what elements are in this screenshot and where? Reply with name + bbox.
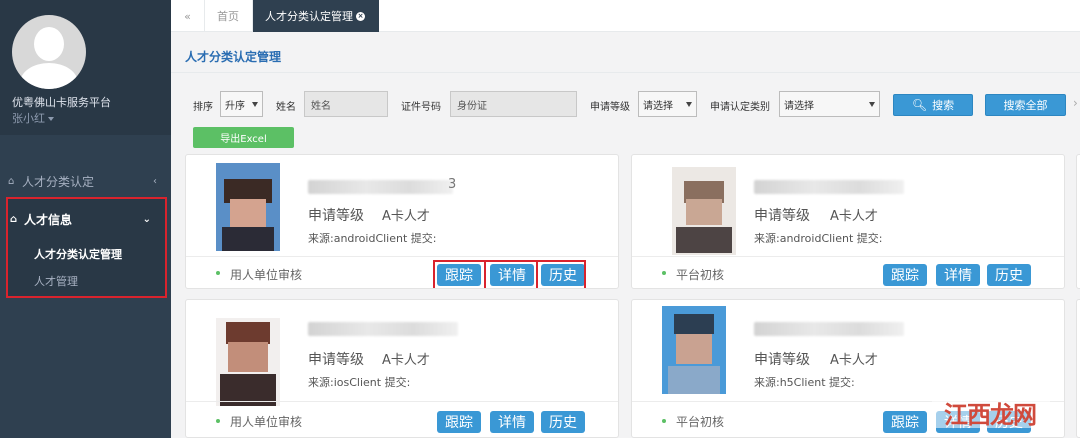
level-value: A卡人才 (830, 209, 878, 224)
applicant-photo (672, 167, 736, 255)
avatar[interactable] (12, 15, 86, 89)
level-value: A卡人才 (830, 353, 878, 368)
applicant-name-redacted (308, 322, 458, 336)
sidebar-item-label: 人才分类认定 (22, 174, 95, 189)
talent-card-partial (1076, 299, 1080, 438)
track-button[interactable]: 跟踪 (437, 411, 481, 433)
status-dot-icon (662, 271, 666, 275)
search-button[interactable]: 🔍︎ 搜索 (893, 94, 973, 116)
search-all-button[interactable]: 搜索全部 (985, 94, 1066, 116)
detail-button[interactable]: 详情 (490, 411, 534, 433)
status-dot-icon (216, 271, 220, 275)
level-label: 申请等级 (754, 352, 810, 368)
avatar-body-shape (20, 63, 78, 89)
talent-card: 3 申请等级 A卡人才 来源:androidClient 提交: 用人单位审核 … (185, 154, 619, 289)
tab-bar: « 首页 人才分类认定管理 × (171, 0, 1080, 32)
page-title: 人才分类认定管理 (185, 50, 282, 64)
status-dot-icon (216, 419, 220, 423)
detail-button[interactable]: 详情 (936, 264, 980, 286)
tab-home[interactable]: 首页 (205, 0, 253, 32)
user-menu[interactable]: 张小红 (12, 110, 54, 126)
highlight-separator (484, 260, 486, 288)
name-label: 姓名 (276, 102, 296, 113)
avatar-head-shape (34, 27, 64, 61)
profile-panel: 优粤佛山卡服务平台 张小红 (0, 0, 171, 135)
divider (186, 256, 618, 257)
chevron-right-icon[interactable]: › (1073, 96, 1078, 110)
export-excel-button[interactable]: 导出Excel (193, 127, 294, 148)
highlight-box (433, 260, 586, 288)
sidebar-subitem-classification-management[interactable]: 人才分类认定管理 (34, 246, 122, 262)
tab-label: 人才分类认定管理 (265, 10, 353, 23)
id-number-input[interactable]: 身份证 (450, 91, 577, 117)
sidebar-item-talent-classification[interactable]: ⌂ 人才分类认定 ‹ (0, 166, 171, 196)
watermark-logo: 江西龙网 (944, 401, 1037, 429)
level-label: 申请等级 (754, 208, 810, 224)
status-dot-icon (662, 419, 666, 423)
search-button-label: 搜索 (932, 99, 955, 112)
applicant-name-tail: 3 (448, 177, 457, 192)
history-button[interactable]: 历史 (987, 264, 1031, 286)
close-icon[interactable]: × (356, 11, 365, 21)
type-select-value: 请选择 (784, 100, 814, 112)
applicant-photo (662, 306, 726, 394)
dropdown-arrow-icon (252, 102, 258, 107)
level-select[interactable]: 请选择 (638, 91, 697, 117)
tab-classification-management[interactable]: 人才分类认定管理 × (253, 0, 379, 32)
source-text: 来源:iosClient 提交: (308, 376, 411, 389)
double-chevron-left-icon[interactable]: « (171, 0, 205, 32)
level-label: 申请等级 (590, 102, 630, 113)
dropdown-arrow-icon (686, 102, 692, 107)
divider (186, 401, 618, 402)
talent-card: 申请等级 A卡人才 来源:iosClient 提交: 用人单位审核 跟踪 详情 … (185, 299, 619, 438)
applicant-name-redacted (308, 180, 453, 194)
type-label: 申请认定类别 (710, 102, 770, 113)
platform-name: 优粤佛山卡服务平台 (12, 96, 111, 109)
status-text: 平台初核 (676, 415, 725, 429)
applicant-name-redacted (754, 322, 904, 336)
divider (632, 256, 1064, 257)
history-button[interactable]: 历史 (541, 411, 585, 433)
sort-select-value: 升序 (225, 100, 245, 112)
status-text: 用人单位审核 (230, 268, 303, 282)
level-select-value: 请选择 (643, 100, 673, 112)
source-text: 来源:h5Client 提交: (754, 376, 855, 389)
sidebar-item-label: 人才信息 (24, 212, 73, 227)
level-label: 申请等级 (308, 352, 364, 368)
talent-card-partial (1076, 154, 1080, 289)
dropdown-arrow-icon (869, 102, 875, 107)
source-text: 来源:androidClient 提交: (308, 232, 437, 245)
caret-down-icon (48, 117, 54, 121)
sidebar: 优粤佛山卡服务平台 张小红 ⌂ 人才分类认定 ‹ ⌂ 人才信息 ⌄ 人才分类认定… (0, 0, 171, 438)
sidebar-subitem-talent-management[interactable]: 人才管理 (34, 273, 78, 289)
user-name: 张小红 (12, 112, 45, 125)
chevron-down-icon: ⌄ (142, 213, 151, 225)
source-text: 来源:androidClient 提交: (754, 232, 883, 245)
level-label: 申请等级 (308, 208, 364, 224)
chevron-left-icon: ‹ (153, 175, 157, 187)
type-select[interactable]: 请选择 (779, 91, 880, 117)
highlighted-nav-group: ⌂ 人才信息 ⌄ 人才分类认定管理 人才管理 (6, 197, 167, 298)
sort-select[interactable]: 升序 (220, 91, 263, 117)
applicant-photo (216, 163, 280, 251)
search-icon: 🔍︎ (911, 98, 928, 112)
track-button[interactable]: 跟踪 (883, 264, 927, 286)
status-text: 用人单位审核 (230, 415, 303, 429)
status-text: 平台初核 (676, 268, 725, 282)
id-number-label: 证件号码 (401, 102, 441, 113)
highlight-separator (536, 260, 538, 288)
sidebar-item-talent-info[interactable]: ⌂ 人才信息 ⌄ (8, 205, 165, 233)
talent-card: 申请等级 A卡人才 来源:androidClient 提交: 平台初核 跟踪 详… (631, 154, 1065, 289)
home-icon: ⌂ (10, 213, 18, 225)
applicant-name-redacted (754, 180, 904, 194)
level-value: A卡人才 (382, 353, 430, 368)
level-value: A卡人才 (382, 209, 430, 224)
applicant-photo (216, 318, 280, 406)
sort-label: 排序 (193, 102, 213, 113)
name-input[interactable]: 姓名 (304, 91, 388, 117)
track-button[interactable]: 跟踪 (883, 411, 927, 433)
home-icon: ⌂ (8, 175, 15, 187)
divider (171, 72, 1080, 73)
